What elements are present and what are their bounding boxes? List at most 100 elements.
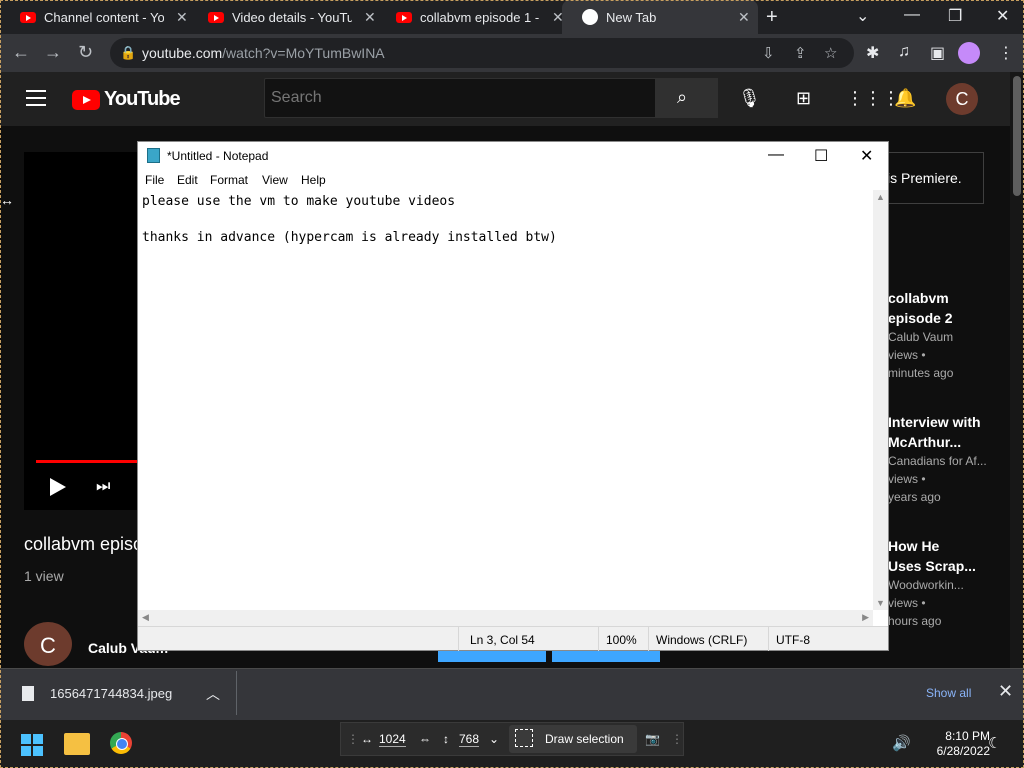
youtube-account-avatar[interactable]: C — [946, 83, 978, 115]
notepad-vertical-scrollbar[interactable]: ▲ ▼ — [873, 190, 888, 610]
youtube-search-input[interactable] — [264, 78, 656, 118]
recommended-video[interactable]: How He Uses Scrap... Woodworkin... views… — [888, 536, 976, 630]
clock-time: 8:10 PM — [945, 729, 990, 743]
scroll-right-arrow-icon[interactable]: ▶ — [862, 612, 869, 623]
tab-title: Channel content - YouTube — [44, 9, 164, 25]
microphone-icon[interactable]: 🎙 — [738, 88, 761, 109]
youtube-search-button[interactable]: ⌕ — [656, 78, 718, 118]
status-divider — [458, 627, 459, 651]
media-queue-icon[interactable]: ♫ — [898, 43, 910, 61]
dropdown-chevron-icon[interactable]: ⌄ — [489, 732, 499, 746]
menu-view[interactable]: View — [262, 173, 288, 187]
create-video-icon[interactable]: ⊞ — [796, 88, 811, 109]
side-panel-icon[interactable]: ▣ — [930, 43, 945, 63]
new-tab-plus-icon[interactable]: + — [766, 6, 778, 29]
view-count: 1 view — [24, 568, 64, 584]
channel-avatar[interactable]: C — [24, 622, 72, 666]
system-clock[interactable]: 8:10 PM 6/28/2022 — [930, 729, 990, 759]
lock-icon: 🔒 — [120, 45, 137, 60]
youtube-favicon-icon — [396, 11, 412, 23]
notepad-title: *Untitled - Notepad — [167, 149, 269, 163]
cursor-position: Ln 3, Col 54 — [470, 633, 535, 647]
menu-help[interactable]: Help — [301, 173, 326, 187]
notepad-minimize-icon[interactable]: — — [768, 146, 784, 164]
download-bar-close-icon[interactable]: ✕ — [998, 681, 1013, 702]
lock-aspect-icon[interactable]: ⇔ — [419, 732, 431, 746]
camera-icon[interactable]: 📷 — [645, 732, 660, 746]
focus-assist-moon-icon[interactable]: ☾ — [988, 734, 1001, 752]
install-app-icon[interactable]: ⇩ — [762, 44, 775, 62]
zoom-level: 100% — [606, 633, 637, 647]
volume-icon[interactable]: 🔊 — [892, 734, 911, 752]
tab-close-icon[interactable]: ✕ — [176, 9, 188, 26]
tab-collabvm-episode[interactable]: collabvm episode 1 - YouTube ✕ — [376, 0, 572, 34]
youtube-logo[interactable]: YouTube — [72, 88, 181, 111]
notepad-close-icon[interactable]: ✕ — [860, 146, 873, 166]
status-divider — [648, 627, 649, 651]
chevron-up-icon[interactable]: ︿ — [206, 684, 220, 704]
windows-start-icon[interactable] — [21, 734, 43, 756]
youtube-header: YouTube ⌕ 🎙 ⊞ ⋮⋮⋮ 🔔 — [0, 72, 1010, 126]
window-close-icon[interactable]: ✕ — [996, 6, 1009, 26]
address-bar[interactable]: 🔒 youtube.com/watch?v=MoYTumBwINA ⇩ ⇪ ☆ — [110, 38, 854, 68]
extensions-puzzle-icon[interactable]: ✱ — [866, 43, 879, 63]
tab-search-chevron-icon[interactable]: ⌄ — [856, 6, 869, 26]
url-text[interactable]: youtube.com/watch?v=MoYTumBwINA — [142, 45, 385, 61]
menu-edit[interactable]: Edit — [177, 173, 198, 187]
share-icon[interactable]: ⇪ — [794, 44, 807, 62]
page-scrollbar[interactable] — [1010, 72, 1024, 668]
next-track-icon[interactable]: ⏭ — [96, 478, 110, 496]
minimize-icon[interactable]: — — [904, 6, 920, 24]
recommended-video[interactable]: collabvm episode 2 Calub Vaum views • mi… — [888, 288, 953, 382]
search-icon: ⌕ — [677, 87, 688, 107]
tab-new-tab[interactable]: New Tab ✕ — [562, 0, 758, 34]
scroll-left-arrow-icon[interactable]: ◀ — [142, 612, 149, 623]
forward-arrow-icon[interactable]: → — [44, 42, 62, 63]
chrome-favicon-icon — [582, 9, 598, 25]
draw-selection-button[interactable]: Draw selection — [509, 725, 637, 753]
notepad-maximize-icon[interactable]: ☐ — [814, 146, 828, 166]
drag-handle-icon[interactable]: ⋮ — [347, 732, 359, 746]
video-progress-bar[interactable] — [36, 460, 140, 463]
line-ending: Windows (CRLF) — [656, 633, 748, 647]
capture-width-field[interactable]: 1024 — [379, 732, 406, 747]
show-all-button[interactable]: Show all — [926, 686, 971, 700]
tab-title: collabvm episode 1 - YouTube — [420, 9, 540, 25]
recommended-video[interactable]: Interview with McArthur... Canadians for… — [888, 412, 987, 506]
restore-icon[interactable]: ❐ — [948, 6, 962, 26]
tab-channel-content[interactable]: Channel content - YouTube ✕ — [0, 0, 196, 34]
video-player[interactable]: ⏭ — [24, 152, 140, 510]
resize-cursor-icon: ↔ — [0, 192, 14, 208]
more-menu-icon[interactable]: ⋮ — [998, 43, 1014, 63]
scroll-up-arrow-icon[interactable]: ▲ — [876, 192, 885, 202]
back-arrow-icon[interactable]: ← — [12, 42, 30, 63]
file-icon — [22, 686, 34, 701]
reload-icon[interactable]: ↻ — [78, 42, 93, 63]
menu-format[interactable]: Format — [210, 173, 248, 187]
drag-handle-icon[interactable]: ⋮ — [671, 732, 683, 746]
notepad-text-area[interactable]: please use the vm to make youtube videos… — [138, 190, 873, 610]
tab-video-details[interactable]: Video details - YouTube ✕ — [188, 0, 384, 34]
play-icon[interactable] — [50, 478, 66, 496]
tab-close-icon[interactable]: ✕ — [364, 9, 376, 26]
height-arrow-icon: ↕ — [443, 732, 449, 746]
scroll-down-arrow-icon[interactable]: ▼ — [876, 598, 885, 608]
clock-date: 6/28/2022 — [936, 744, 990, 758]
notepad-menubar: File Edit Format View Help — [138, 170, 888, 190]
apps-grid-icon[interactable]: ⋮⋮⋮ — [846, 88, 900, 109]
notepad-titlebar[interactable]: *Untitled - Notepad — ☐ ✕ — [138, 142, 888, 170]
premiere-text: is Premiere. — [887, 170, 962, 186]
tab-close-icon[interactable]: ✕ — [738, 9, 750, 26]
chrome-taskbar-icon[interactable] — [110, 732, 132, 754]
file-explorer-icon[interactable] — [64, 733, 90, 755]
notifications-bell-icon[interactable]: 🔔 — [894, 88, 916, 109]
bookmark-star-icon[interactable]: ☆ — [824, 44, 837, 62]
capture-height-field[interactable]: 768 — [459, 732, 480, 747]
download-filename[interactable]: 1656471744834.jpeg — [50, 686, 172, 701]
menu-file[interactable]: File — [145, 173, 164, 187]
hamburger-menu-icon[interactable] — [26, 90, 46, 111]
profile-avatar[interactable] — [958, 42, 980, 64]
scrollbar-thumb[interactable] — [1013, 76, 1021, 196]
notepad-app-icon — [147, 148, 160, 163]
notepad-horizontal-scrollbar[interactable]: ◀ ▶ — [138, 610, 873, 626]
